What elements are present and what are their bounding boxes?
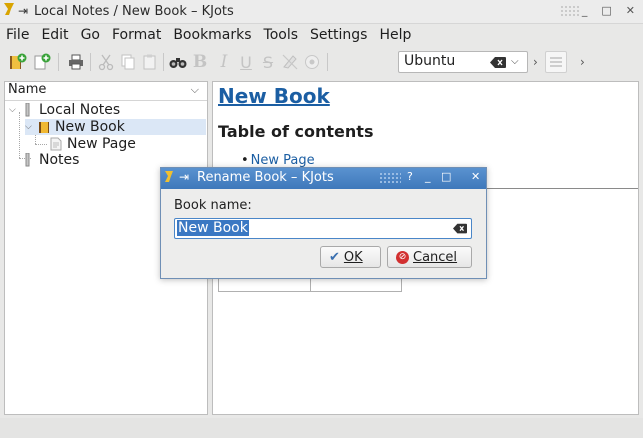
tree-item-label: New Page [67, 136, 136, 152]
status-bar [0, 418, 643, 438]
menu-bookmarks[interactable]: Bookmarks [173, 27, 251, 43]
window-title: Local Notes / New Book – KJots [34, 4, 234, 19]
ok-label: OK [343, 249, 363, 265]
menu-format[interactable]: Format [112, 27, 161, 43]
kjots-icon [4, 3, 14, 15]
print-icon[interactable] [66, 52, 86, 72]
menu-help[interactable]: Help [379, 27, 411, 43]
chevron-down-icon[interactable]: ⌵ [191, 83, 199, 97]
align-icon[interactable] [545, 51, 567, 73]
rename-dialog: ⇥ Rename Book – KJots ? _ □ ✕ Book name:… [160, 167, 487, 279]
main-toolbar: B I U S Ubuntu ⌵ › › [0, 47, 643, 77]
new-book-icon[interactable] [8, 52, 28, 72]
menu-bar: File Edit Go Format Bookmarks Tools Sett… [0, 24, 643, 46]
bold-icon[interactable]: B [190, 52, 210, 72]
close-icon[interactable]: ✕ [471, 170, 480, 183]
ok-button[interactable]: ✔ OK [320, 246, 381, 268]
book-heading[interactable]: New Book [218, 84, 330, 108]
chevron-down-icon[interactable]: ⌵ [9, 105, 21, 115]
maximize-icon[interactable]: □ [601, 4, 611, 17]
kjots-icon [165, 171, 173, 182]
notebook-icon [21, 153, 35, 167]
chevron-right-icon[interactable]: › [533, 55, 538, 69]
tree-header[interactable]: Name ⌵ [5, 82, 207, 101]
help-icon[interactable]: ? [407, 170, 413, 183]
chevron-right-icon[interactable]: › [580, 55, 585, 69]
tree-item-label: Notes [39, 152, 80, 168]
pin-icon[interactable]: ⇥ [179, 170, 189, 184]
dialog-title: Rename Book – KJots [197, 170, 334, 185]
dialog-titlebar: ⇥ Rename Book – KJots ? _ □ ✕ [161, 168, 486, 189]
copy-icon[interactable] [118, 52, 138, 72]
tree-item-new-book[interactable]: ⌵ New Book [25, 119, 206, 135]
clear-icon[interactable] [490, 57, 506, 68]
new-page-icon[interactable] [32, 52, 52, 72]
menu-go[interactable]: Go [81, 27, 100, 43]
toc-title: Table of contents [218, 122, 374, 141]
menu-settings[interactable]: Settings [310, 27, 367, 43]
strikethrough-icon[interactable]: S [258, 52, 278, 72]
tree-item-label: Local Notes [39, 102, 121, 118]
paste-icon[interactable] [140, 52, 160, 72]
cancel-icon: ⊘ [396, 250, 409, 264]
tree-item-local-notes[interactable]: ⌵ Local Notes [9, 102, 120, 118]
minimize-icon[interactable]: _ [425, 170, 431, 183]
clear-icon[interactable] [453, 223, 467, 234]
titlebar-grip [379, 172, 401, 184]
font-value: Ubuntu [404, 53, 456, 69]
font-combo[interactable]: Ubuntu [398, 51, 528, 73]
book-icon [37, 120, 51, 134]
minimize-icon[interactable]: _ [582, 4, 588, 17]
clear-format-icon[interactable] [280, 52, 300, 72]
close-icon[interactable]: ✕ [626, 4, 635, 17]
window-titlebar: ⇥ Local Notes / New Book – KJots _ □ ✕ [0, 0, 643, 24]
tree-header-label: Name [8, 82, 47, 97]
cancel-button[interactable]: ⊘ Cancel [387, 246, 472, 268]
toc-item[interactable]: • New Page [241, 153, 315, 168]
toc-link[interactable]: New Page [251, 153, 315, 168]
titlebar-grip [560, 5, 580, 17]
tree-item-new-page[interactable]: New Page [49, 136, 136, 152]
menu-file[interactable]: File [6, 27, 29, 43]
pin-icon[interactable]: ⇥ [18, 4, 28, 18]
menu-edit[interactable]: Edit [41, 27, 68, 43]
bullet-icon: • [241, 153, 249, 168]
maximize-icon[interactable]: □ [441, 170, 451, 183]
find-icon[interactable] [168, 52, 188, 72]
tree-item-notes[interactable]: Notes [21, 152, 79, 168]
cut-icon[interactable] [96, 52, 116, 72]
chevron-down-icon[interactable]: ⌵ [25, 122, 37, 132]
book-name-value: New Book [177, 220, 249, 236]
cancel-label: Cancel [413, 249, 458, 265]
chevron-down-icon[interactable]: ⌵ [511, 56, 519, 67]
italic-icon[interactable]: I [214, 52, 234, 72]
book-name-label: Book name: [174, 198, 252, 213]
color-icon[interactable] [302, 52, 322, 72]
book-name-input[interactable]: New Book [174, 218, 472, 239]
check-icon: ✔ [329, 249, 340, 265]
page-icon [49, 137, 63, 151]
menu-tools[interactable]: Tools [264, 27, 299, 43]
tree-item-label: New Book [55, 119, 125, 135]
underline-icon[interactable]: U [236, 52, 256, 72]
notebook-icon [21, 103, 35, 117]
